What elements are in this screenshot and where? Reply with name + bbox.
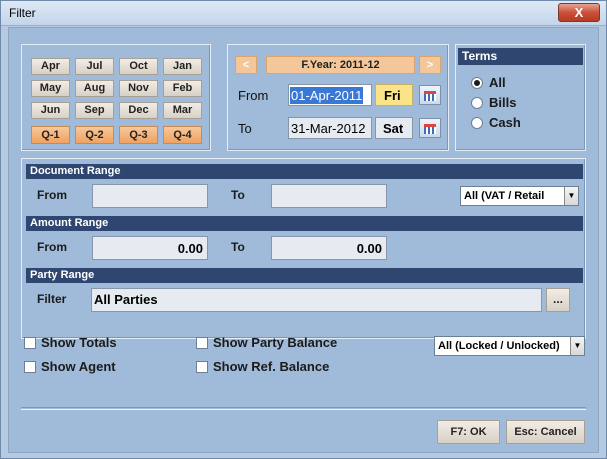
chevron-down-icon: ▼ xyxy=(564,187,578,205)
lock-status-select[interactable]: All (Locked / Unlocked) ▼ xyxy=(434,336,585,356)
terms-cash-radio[interactable] xyxy=(471,117,483,129)
document-to-input[interactable] xyxy=(271,184,387,208)
range-panel: Document Range From To All (VAT / Retail… xyxy=(21,158,586,339)
month-jun-button[interactable]: Jun xyxy=(31,102,70,119)
to-date-input[interactable]: 31-Mar-2012 xyxy=(288,117,372,139)
from-date-input[interactable]: 01-Apr-2011 xyxy=(288,84,372,106)
terms-all-label: All xyxy=(489,75,506,90)
filter-window: Filter X Apr Jul Oct Jan May Aug Nov Feb… xyxy=(0,0,607,459)
quarter-3-button[interactable]: Q-3 xyxy=(119,126,158,144)
show-ref-balance-checkbox[interactable] xyxy=(196,361,208,373)
amount-to-input[interactable]: 0.00 xyxy=(271,236,387,260)
month-jan-button[interactable]: Jan xyxy=(163,58,202,75)
ok-button[interactable]: F7: OK xyxy=(437,420,500,444)
from-day-text: Fri xyxy=(384,88,401,103)
from-date-label: From xyxy=(238,88,269,103)
quarter-4-button[interactable]: Q-4 xyxy=(163,126,202,144)
amount-range-header: Amount Range xyxy=(26,216,583,231)
party-browse-button[interactable]: ... xyxy=(546,288,570,312)
chevron-down-icon: ▼ xyxy=(570,337,584,355)
to-calendar-icon[interactable] xyxy=(419,118,441,138)
fiscal-year-label: F.Year: 2011-12 xyxy=(266,56,415,74)
quarter-1-button[interactable]: Q-1 xyxy=(31,126,70,144)
party-filter-value: All Parties xyxy=(94,292,158,307)
from-day-badge: Fri xyxy=(375,84,413,106)
document-type-select[interactable]: All (VAT / Retail ▼ xyxy=(460,186,579,206)
month-mar-button[interactable]: Mar xyxy=(163,102,202,119)
month-aug-button[interactable]: Aug xyxy=(75,80,114,97)
terms-header: Terms xyxy=(458,48,583,65)
show-agent-label: Show Agent xyxy=(41,359,116,374)
month-sep-button[interactable]: Sep xyxy=(75,102,114,119)
dialog-body: Apr Jul Oct Jan May Aug Nov Feb Jun Sep … xyxy=(8,27,599,453)
lock-status-value: All (Locked / Unlocked) xyxy=(438,340,560,352)
to-day-text: Sat xyxy=(383,121,404,136)
terms-all-radio[interactable] xyxy=(471,77,483,89)
amount-to-label: To xyxy=(231,240,245,254)
from-calendar-icon[interactable] xyxy=(419,85,441,105)
terms-bills-label: Bills xyxy=(489,95,517,110)
to-day-badge: Sat xyxy=(375,117,413,139)
amount-from-input[interactable]: 0.00 xyxy=(92,236,208,260)
to-date-value: 31-Mar-2012 xyxy=(291,121,366,136)
month-jul-button[interactable]: Jul xyxy=(75,58,114,75)
next-year-button[interactable]: > xyxy=(419,56,441,74)
to-date-label: To xyxy=(238,121,252,136)
show-party-balance-label: Show Party Balance xyxy=(213,335,338,350)
amount-from-value: 0.00 xyxy=(177,241,203,256)
terms-bills-radio[interactable] xyxy=(471,97,483,109)
show-ref-balance-label: Show Ref. Balance xyxy=(213,359,330,374)
month-panel: Apr Jul Oct Jan May Aug Nov Feb Jun Sep … xyxy=(21,44,211,151)
show-agent-checkbox[interactable] xyxy=(24,361,36,373)
month-nov-button[interactable]: Nov xyxy=(119,80,158,97)
month-may-button[interactable]: May xyxy=(31,80,70,97)
show-totals-label: Show Totals xyxy=(41,335,117,350)
document-from-label: From xyxy=(37,188,67,202)
date-panel: < F.Year: 2011-12 > From 01-Apr-2011 Fri… xyxy=(227,44,449,151)
close-button[interactable]: X xyxy=(558,3,600,22)
window-title: Filter xyxy=(9,6,36,20)
document-to-label: To xyxy=(231,188,245,202)
document-type-value: All (VAT / Retail xyxy=(464,190,545,202)
month-oct-button[interactable]: Oct xyxy=(119,58,158,75)
month-dec-button[interactable]: Dec xyxy=(119,102,158,119)
from-date-value: 01-Apr-2011 xyxy=(290,87,364,104)
month-apr-button[interactable]: Apr xyxy=(31,58,70,75)
cancel-button[interactable]: Esc: Cancel xyxy=(506,420,585,444)
title-bar: Filter X xyxy=(1,1,606,26)
amount-to-value: 0.00 xyxy=(356,241,382,256)
month-feb-button[interactable]: Feb xyxy=(163,80,202,97)
party-filter-label: Filter xyxy=(37,292,67,306)
amount-from-label: From xyxy=(37,240,67,254)
party-filter-input[interactable]: All Parties xyxy=(91,288,542,312)
divider xyxy=(21,407,586,410)
quarter-2-button[interactable]: Q-2 xyxy=(75,126,114,144)
terms-cash-label: Cash xyxy=(489,115,521,130)
prev-year-button[interactable]: < xyxy=(235,56,257,74)
show-party-balance-checkbox[interactable] xyxy=(196,337,208,349)
document-from-input[interactable] xyxy=(92,184,208,208)
document-range-header: Document Range xyxy=(26,164,583,179)
show-totals-checkbox[interactable] xyxy=(24,337,36,349)
party-range-header: Party Range xyxy=(26,268,583,283)
terms-panel: Terms All Bills Cash xyxy=(455,44,586,151)
